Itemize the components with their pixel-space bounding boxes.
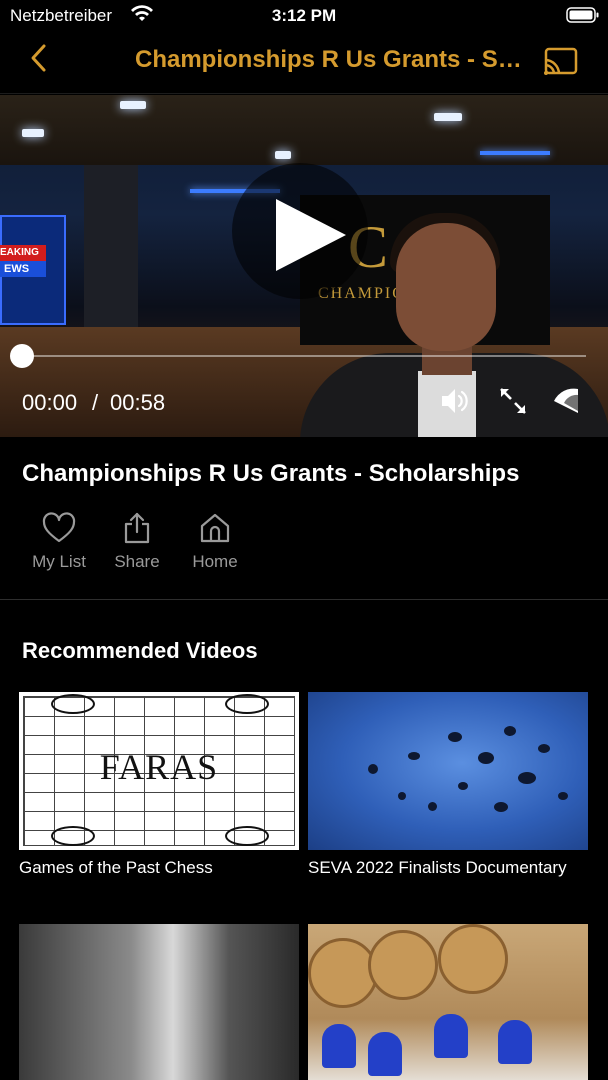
chess-piece xyxy=(225,826,269,846)
chess-piece xyxy=(51,826,95,846)
presenter xyxy=(396,223,496,351)
home-button[interactable]: Home xyxy=(175,512,255,572)
video-thumbnail xyxy=(19,924,299,1080)
recommended-video-card[interactable]: FARAS Games of the Past Chess xyxy=(19,692,299,878)
thumbnail-detail xyxy=(368,930,438,1000)
recommended-video-card[interactable] xyxy=(19,924,299,1080)
video-frame-panel xyxy=(84,165,138,335)
heart-icon xyxy=(42,512,76,543)
home-icon xyxy=(200,513,230,543)
recommended-video-card[interactable] xyxy=(308,924,588,1080)
video-frame-banner-text: EAKING xyxy=(0,247,39,258)
play-button[interactable] xyxy=(232,163,368,299)
thumbnail-detail xyxy=(504,726,516,736)
video-frame-light xyxy=(120,101,146,109)
thumbnail-detail xyxy=(538,744,550,753)
thumbnail-detail xyxy=(398,792,406,800)
thumbnail-detail xyxy=(498,1020,532,1064)
fullscreen-icon[interactable] xyxy=(498,385,528,417)
my-list-label: My List xyxy=(32,552,86,571)
airplay-icon[interactable] xyxy=(552,385,582,417)
thumbnail-detail xyxy=(458,782,468,790)
thumbnail-detail xyxy=(558,792,568,800)
thumbnail-detail xyxy=(428,802,437,811)
share-icon xyxy=(124,512,150,544)
chess-piece xyxy=(51,694,95,714)
page-title: Championships R Us Grants - Scholarships xyxy=(135,46,535,73)
volume-icon[interactable] xyxy=(440,385,470,417)
thumbnail-detail xyxy=(438,924,508,994)
cast-icon[interactable] xyxy=(542,46,580,78)
thumbnail-detail xyxy=(408,752,420,760)
video-thumbnail: FARAS xyxy=(19,692,299,850)
thumbnail-detail xyxy=(478,752,494,764)
video-player[interactable]: EAKING EWS C CHAMPIO 00:00 / 00:58 xyxy=(0,95,608,437)
video-frame-light xyxy=(22,129,44,137)
my-list-button[interactable]: My List xyxy=(19,512,99,572)
current-time: 00:00 xyxy=(22,390,78,415)
thumbnail-detail xyxy=(308,938,378,1008)
thumbnail-detail xyxy=(322,1024,356,1068)
divider xyxy=(0,599,608,600)
section-title: Recommended Videos xyxy=(22,638,258,663)
navigation-bar: Championships R Us Grants - Scholarships xyxy=(0,30,608,94)
video-card-title: SEVA 2022 Finalists Documentary xyxy=(308,858,567,877)
share-label: Share xyxy=(114,552,160,571)
chevron-left-icon[interactable] xyxy=(26,42,52,74)
total-time: 00:58 xyxy=(110,390,166,415)
video-thumbnail xyxy=(308,692,588,850)
play-icon xyxy=(276,199,346,271)
clock: 3:12 PM xyxy=(271,6,337,25)
video-frame-light xyxy=(434,113,462,121)
thumbnail-detail xyxy=(434,1014,468,1058)
thumbnail-detail xyxy=(518,772,536,784)
recommended-video-card[interactable]: SEVA 2022 Finalists Documentary xyxy=(308,692,588,878)
time-separator: / xyxy=(92,390,99,415)
share-button[interactable]: Share xyxy=(97,512,177,572)
thumbnail-text: FARAS xyxy=(99,747,219,787)
progress-thumb[interactable] xyxy=(10,344,34,368)
video-frame-stripe xyxy=(480,151,550,155)
thumbnail-detail xyxy=(368,1032,402,1076)
home-label: Home xyxy=(192,552,238,571)
thumbnail-detail xyxy=(368,764,378,774)
video-card-title: Games of the Past Chess xyxy=(19,858,213,877)
status-bar: Netzbetreiber 3:12 PM xyxy=(0,0,608,30)
thumbnail-detail xyxy=(494,802,508,812)
video-frame-banner-text: EWS xyxy=(4,263,30,275)
thumbnail-detail xyxy=(448,732,462,742)
video-thumbnail xyxy=(308,924,588,1080)
battery-icon xyxy=(566,7,599,23)
video-frame-light xyxy=(275,151,291,159)
video-title: Championships R Us Grants - Scholarships xyxy=(22,460,520,487)
chess-piece xyxy=(225,694,269,714)
progress-track[interactable] xyxy=(22,355,586,357)
